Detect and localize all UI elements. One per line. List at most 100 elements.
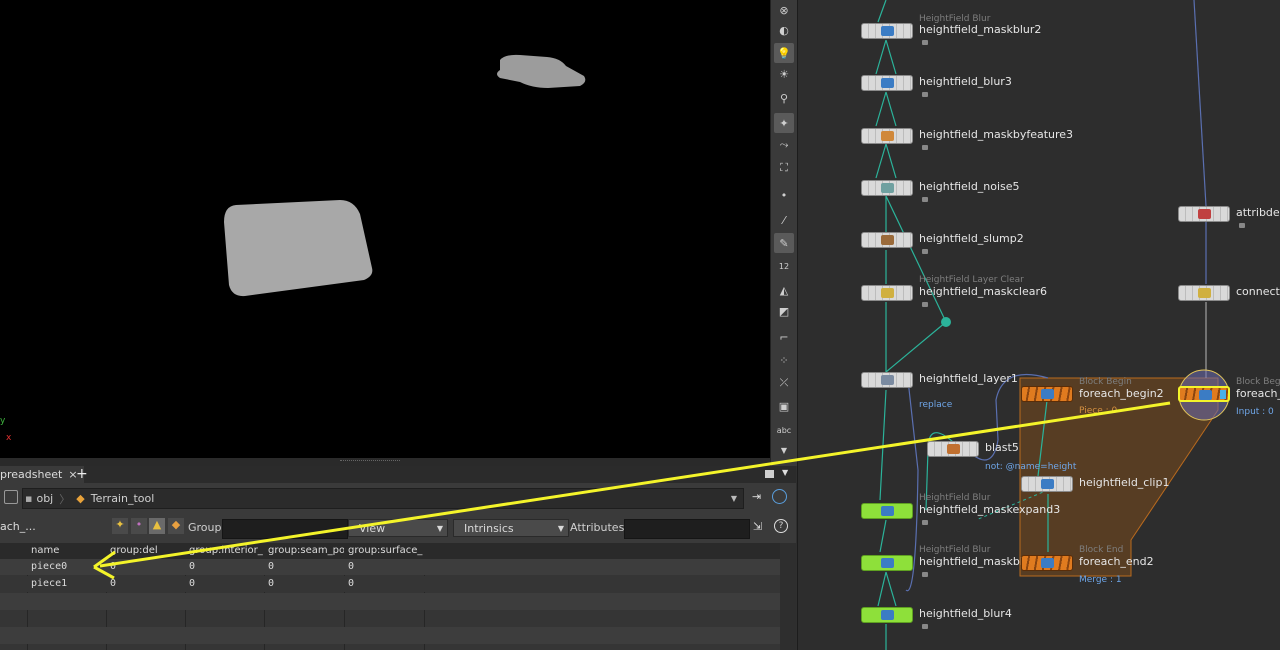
node-label[interactable]: heightfield_maskclear6 [919, 285, 1047, 298]
node-heightfield-maskblur3[interactable] [861, 555, 913, 571]
edges-icon[interactable]: ⤫ [774, 373, 794, 393]
node-heightfield-maskclear6[interactable] [861, 285, 913, 301]
terrain-piece-large [224, 200, 373, 297]
node-label[interactable]: foreach_ [1236, 387, 1280, 400]
node-foreach-begin2[interactable] [1021, 386, 1073, 402]
node-connectivity[interactable] [1178, 285, 1230, 301]
path-node[interactable]: Terrain_tool [91, 492, 155, 505]
node-heightfield-slump2[interactable] [861, 232, 913, 248]
point-numbers-icon[interactable]: 12 [774, 256, 794, 276]
node-label[interactable]: heightfield_clip1 [1079, 476, 1169, 489]
primitives-icon[interactable]: ▲ [149, 518, 165, 534]
node-label[interactable]: heightfield_layer1 [919, 372, 1018, 385]
node-heightfield-clip1[interactable] [1021, 476, 1073, 492]
pick-icon[interactable]: ✎ [774, 233, 794, 253]
lightbulb-icon[interactable]: 💡 [774, 43, 794, 63]
network-editor[interactable]: HeightField Blur heightfield_maskblur2 h… [797, 0, 1280, 650]
column-header[interactable]: group:surface_ [345, 543, 424, 558]
group-input[interactable] [222, 519, 348, 539]
viewport-geometry [224, 54, 586, 297]
network-type-icon[interactable] [4, 490, 18, 504]
spreadsheet-scrollbar[interactable] [780, 543, 796, 650]
scene-viewport[interactable]: y x [0, 0, 770, 458]
node-label[interactable]: heightfield_maskblur2 [919, 23, 1041, 36]
node-label[interactable]: foreach_begin2 [1079, 387, 1164, 400]
point-icon[interactable]: • [774, 185, 794, 205]
pane-menu-icon[interactable]: ▼ [782, 468, 788, 477]
brush-icon[interactable]: ⁄ [774, 210, 794, 230]
display-flag-icon[interactable] [1220, 390, 1226, 399]
slump-icon [881, 235, 894, 245]
node-type-label: HeightField Layer Clear [919, 275, 1024, 285]
pin-icon[interactable]: ⇥ [752, 490, 761, 503]
node-foreach-selected[interactable] [1178, 386, 1230, 402]
node-label[interactable]: heightfield_maskbyfeature3 [919, 128, 1073, 141]
node-label[interactable]: connectiv [1236, 285, 1280, 298]
link-icon[interactable] [772, 489, 787, 504]
vertices-icon[interactable]: • [131, 518, 147, 534]
normals-icon[interactable]: ◩ [774, 301, 794, 321]
camera-icon[interactable]: ⛶ [774, 158, 794, 178]
intrinsics-combo[interactable]: Intrinsics ▼ [453, 519, 569, 537]
chevron-down-icon[interactable]: ▼ [731, 494, 737, 503]
snap-icon[interactable]: ⊗ [774, 0, 794, 20]
node-name-field[interactable]: ach_... [0, 520, 106, 533]
table-row-empty [0, 593, 780, 610]
help-icon[interactable]: ? [774, 519, 788, 533]
node-heightfield-blur4[interactable] [861, 607, 913, 623]
column-header[interactable]: name [28, 543, 107, 558]
node-foreach-end2[interactable] [1021, 555, 1073, 571]
node-label[interactable]: heightfield_blur4 [919, 607, 1012, 620]
pane-layout-icon[interactable] [765, 470, 774, 478]
vertices-icon[interactable]: ⁘ [774, 350, 794, 370]
transform-icon[interactable]: ⤳ [774, 135, 794, 155]
node-label[interactable]: heightfield_maskexpand3 [919, 503, 1060, 516]
path-bar: ▪ obj 〉 ◆ Terrain_tool ▼ ⇥ [0, 486, 796, 510]
node-heightfield-maskexpand3[interactable] [861, 503, 913, 519]
tab-spreadsheet[interactable]: preadsheet × [0, 466, 84, 483]
column-header[interactable]: group:seam_po [265, 543, 344, 558]
chevron-down-icon[interactable]: ▼ [774, 440, 794, 460]
headlight-icon[interactable]: ⚲ [774, 88, 794, 108]
shading-icon[interactable]: ◐ [774, 20, 794, 40]
node-blast5[interactable] [927, 441, 979, 457]
viewport-splitter[interactable] [0, 458, 770, 466]
column-header[interactable]: group:del [107, 543, 186, 558]
node-heightfield-layer1[interactable] [861, 372, 913, 388]
cell-value: 0 [268, 578, 275, 589]
node-heightfield-noise5[interactable] [861, 180, 913, 196]
table-row[interactable]: piece1 0 0 0 0 [0, 576, 780, 592]
table-row[interactable]: piece0 0 0 0 0 [0, 559, 780, 575]
column-header[interactable]: group:interior_ [186, 543, 265, 558]
blur-icon [881, 558, 894, 568]
detail-icon[interactable]: ◆ [168, 518, 184, 534]
primitive-icon[interactable]: ▣ [774, 396, 794, 416]
cell-value: 0 [110, 578, 117, 589]
node-label[interactable]: blast5 [985, 441, 1019, 454]
node-attribdel[interactable] [1178, 206, 1230, 222]
node-heightfield-maskblur2[interactable] [861, 23, 913, 39]
corner-icon[interactable]: ⌐ [774, 327, 794, 347]
view-combo[interactable]: View ▼ [348, 519, 448, 537]
add-tab-button[interactable]: + [76, 466, 88, 482]
node-label[interactable]: heightfield_slump2 [919, 232, 1024, 245]
scene-lighting-icon[interactable]: ✦ [774, 113, 794, 133]
node-label[interactable]: attribdel [1236, 206, 1280, 219]
node-heightfield-maskbyfeature3[interactable] [861, 128, 913, 144]
text-icon[interactable]: abc [774, 420, 794, 440]
path-field[interactable]: ▪ obj 〉 ◆ Terrain_tool ▼ [22, 488, 744, 509]
path-obj[interactable]: obj [36, 492, 53, 505]
display-icon[interactable]: ◭ [774, 280, 794, 300]
block-begin-icon [1199, 390, 1212, 400]
light-icon[interactable]: ☀ [774, 64, 794, 84]
node-label[interactable]: heightfield_noise5 [919, 180, 1020, 193]
attributes-input[interactable] [624, 519, 750, 539]
blast-icon [947, 444, 960, 454]
node-heightfield-blur3[interactable] [861, 75, 913, 91]
node-label[interactable]: heightfield_blur3 [919, 75, 1012, 88]
cell-value: 0 [348, 578, 355, 589]
points-icon[interactable]: ✦ [112, 518, 128, 534]
spreadsheet-options-icon[interactable]: ⇲ [753, 520, 762, 533]
node-label[interactable]: foreach_end2 [1079, 555, 1154, 568]
clear-icon [881, 288, 894, 298]
